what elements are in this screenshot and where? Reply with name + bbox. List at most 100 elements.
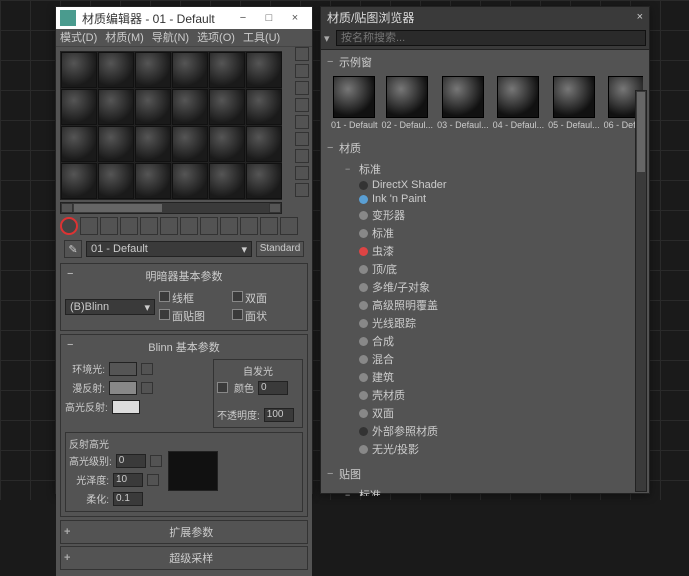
get-material-button[interactable] [60,217,78,235]
sample-slot[interactable] [98,126,134,162]
wireframe-checkbox[interactable] [159,291,170,302]
browser-titlebar[interactable]: 材质/贴图浏览器 × [321,7,649,27]
make-unique-button[interactable] [160,217,178,235]
tool-background[interactable] [295,81,309,95]
materials-header[interactable]: 材质 [327,138,643,158]
menu-tools[interactable]: 工具(U) [243,29,280,46]
diffuse-swatch[interactable] [109,381,137,395]
sample-slot[interactable] [246,163,282,199]
sample-slot[interactable] [135,89,171,125]
thumb-item[interactable]: 01 - Default [331,76,378,130]
material-item[interactable]: 顶/底 [331,260,639,278]
sample-slot[interactable] [172,89,208,125]
show-map-button[interactable] [220,217,238,235]
material-item[interactable]: 虫漆 [331,242,639,260]
material-item[interactable]: 光线跟踪 [331,314,639,332]
show-end-button[interactable] [240,217,258,235]
go-parent-button[interactable] [260,217,278,235]
ambient-lock[interactable] [141,363,153,375]
tool-video-check[interactable] [295,115,309,129]
soften-spinner[interactable]: 0.1 [113,492,143,506]
thumb-item[interactable]: 03 - Defaul... [437,76,489,130]
sample-slot[interactable] [61,163,97,199]
maps-header[interactable]: 贴图 [327,464,643,484]
sample-slot[interactable] [135,52,171,88]
sample-slot[interactable] [61,52,97,88]
sample-slot[interactable] [61,89,97,125]
search-input[interactable] [336,30,646,46]
material-item[interactable]: 无光/投影 [331,440,639,458]
material-item[interactable]: 合成 [331,332,639,350]
spec-level-map[interactable] [150,455,162,467]
sample-slot[interactable] [135,163,171,199]
menu-mode[interactable]: 模式(D) [60,29,97,46]
material-item[interactable]: 混合 [331,350,639,368]
thumb-item[interactable]: 02 - Defaul... [382,76,434,130]
material-item[interactable]: Ink 'n Paint [331,192,639,206]
go-sibling-button[interactable] [280,217,298,235]
sample-slot[interactable] [172,163,208,199]
sample-slot[interactable] [98,52,134,88]
gloss-map[interactable] [147,474,159,486]
shader-dropdown[interactable]: (B)Blinn▾ [65,299,155,315]
pick-material-button[interactable]: ✎ [64,240,82,258]
maps-standard-group[interactable]: −标准 [331,486,639,496]
tool-sample-type[interactable] [295,47,309,61]
sample-slot[interactable] [209,52,245,88]
slot-scrollbar[interactable] [60,202,282,214]
put-library-button[interactable] [180,217,198,235]
faceted-checkbox[interactable] [232,309,243,320]
self-illum-checkbox[interactable] [217,382,228,393]
close-button[interactable]: × [282,9,308,27]
diffuse-map[interactable] [141,382,153,394]
opacity-spinner[interactable]: 100 [264,408,294,422]
sample-slot[interactable] [172,126,208,162]
sample-slot[interactable] [135,126,171,162]
material-id-button[interactable] [200,217,218,235]
sample-slot[interactable] [209,89,245,125]
extended-params-rollout[interactable]: 扩展参数 [60,520,308,544]
self-illum-spinner[interactable]: 0 [258,381,288,395]
tool-preview[interactable] [295,132,309,146]
menu-nav[interactable]: 导航(N) [152,29,189,46]
thumb-item[interactable]: 05 - Defaul... [548,76,600,130]
sample-slot[interactable] [209,126,245,162]
sample-slot[interactable] [61,126,97,162]
tool-material-id[interactable] [295,183,309,197]
sample-slot[interactable] [172,52,208,88]
browser-scrollbar[interactable] [635,90,647,492]
tool-backlight[interactable] [295,64,309,78]
material-name-dropdown[interactable]: 01 - Default▾ [86,241,252,257]
menu-material[interactable]: 材质(M) [105,29,144,46]
sample-slot[interactable] [209,163,245,199]
material-item[interactable]: 建筑 [331,368,639,386]
sample-slot[interactable] [246,52,282,88]
search-options-icon[interactable]: ▾ [324,32,336,45]
sample-slot[interactable] [246,89,282,125]
panel-title[interactable]: 明暗器基本参数 [65,268,303,284]
tool-uv-tiling[interactable] [295,98,309,112]
copy-button[interactable] [140,217,158,235]
material-item[interactable]: DirectX Shader [331,178,639,192]
supersampling-rollout[interactable]: 超级采样 [60,546,308,570]
tool-select[interactable] [295,166,309,180]
put-to-scene-button[interactable] [80,217,98,235]
material-item[interactable]: 双面 [331,404,639,422]
tool-options[interactable] [295,149,309,163]
2sided-checkbox[interactable] [232,291,243,302]
material-item[interactable]: 多维/子对象 [331,278,639,296]
specular-swatch[interactable] [112,400,140,414]
thumb-item[interactable]: 04 - Defaul... [493,76,545,130]
assign-button[interactable] [100,217,118,235]
editor-titlebar[interactable]: 材质编辑器 - 01 - Default − □ × [56,7,312,29]
material-item[interactable]: 变形器 [331,206,639,224]
sample-slot[interactable] [98,163,134,199]
reset-button[interactable] [120,217,138,235]
sample-slot[interactable] [98,89,134,125]
sample-slot[interactable] [246,126,282,162]
facemap-checkbox[interactable] [159,309,170,320]
maximize-button[interactable]: □ [256,9,282,27]
gloss-spinner[interactable]: 10 [113,473,143,487]
panel-title[interactable]: Blinn 基本参数 [65,339,303,355]
material-item[interactable]: 高级照明覆盖 [331,296,639,314]
